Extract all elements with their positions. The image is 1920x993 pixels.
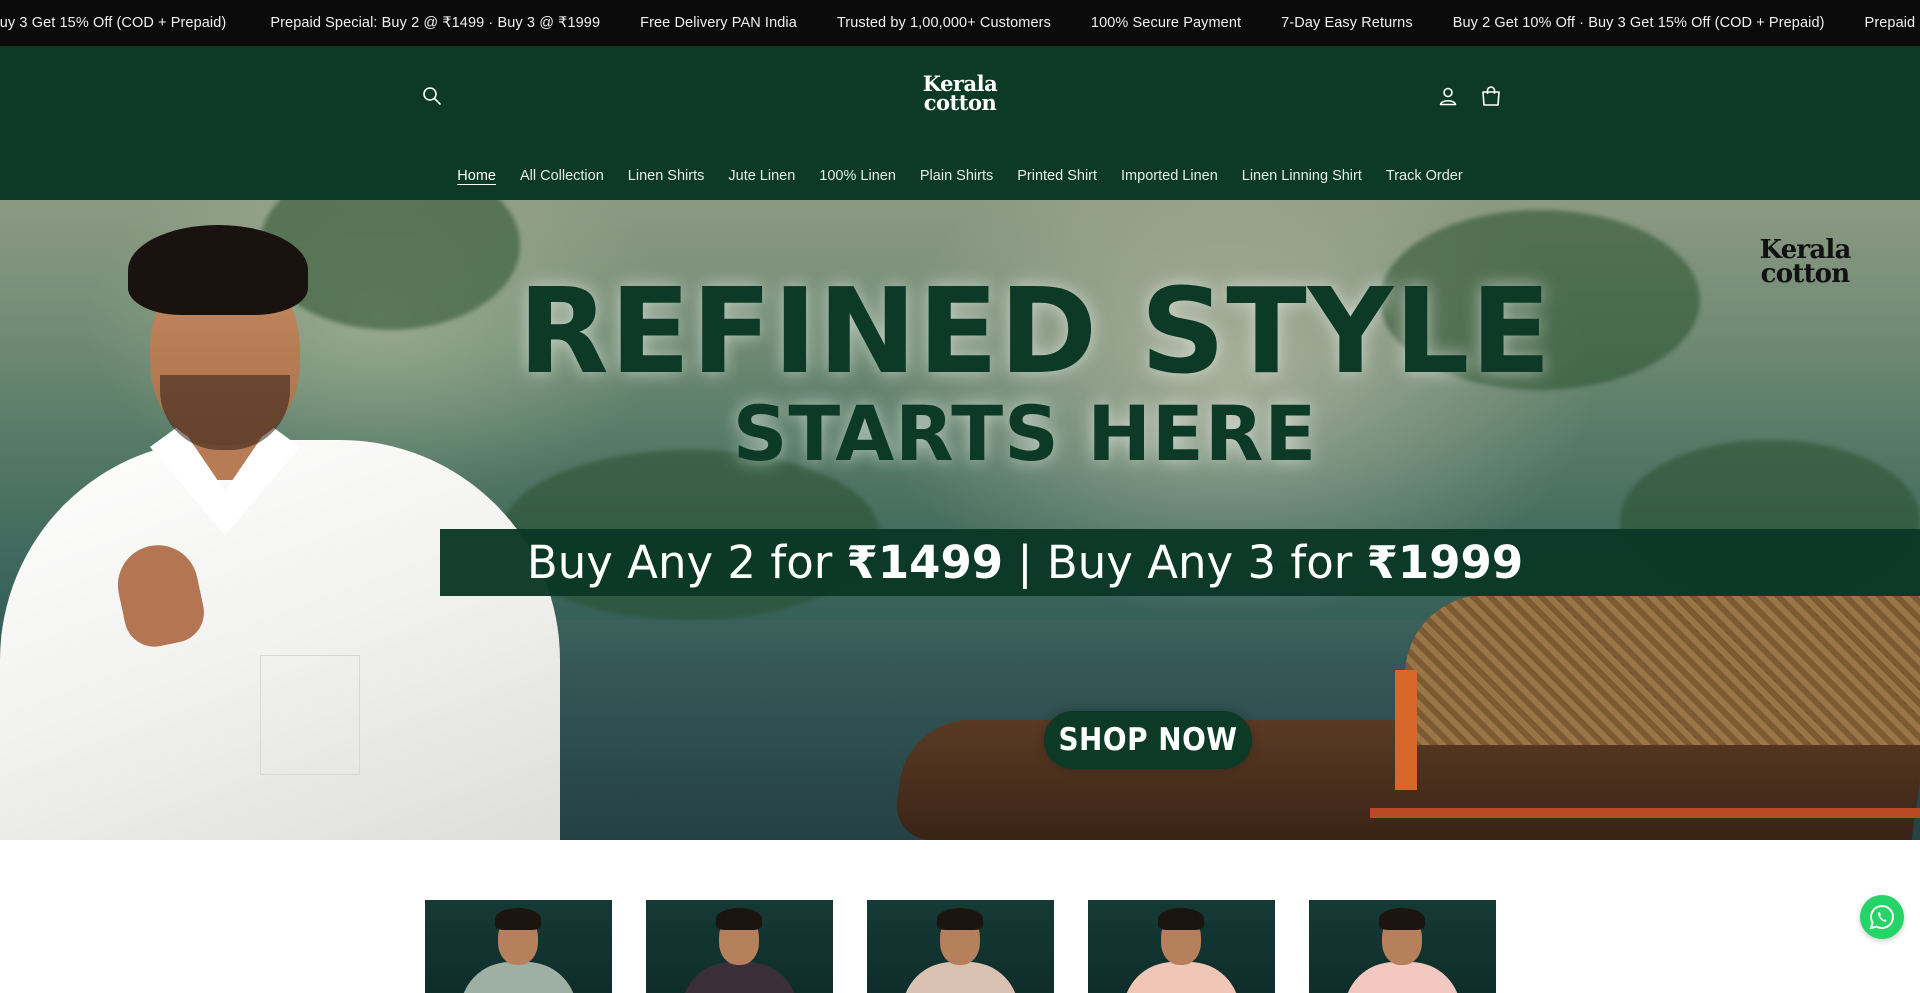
whatsapp-button[interactable] <box>1860 895 1904 939</box>
nav-item-imported-linen[interactable]: Imported Linen <box>1121 168 1218 184</box>
nav-item-100-linen[interactable]: 100% Linen <box>819 168 896 184</box>
model-shirt <box>0 440 560 840</box>
offer-part2: Buy Any 3 for <box>1046 536 1367 589</box>
site-logo[interactable]: Kerala cotton <box>910 73 1010 118</box>
houseboat-cloth <box>1395 670 1417 790</box>
offer-text: Buy Any 2 for ₹1499 | Buy Any 3 for ₹199… <box>0 529 1920 596</box>
product-model-hair <box>1379 908 1425 930</box>
hero-banner[interactable]: Kerala cotton REFINED STYLE STARTS HERE … <box>0 200 1920 840</box>
product-card[interactable] <box>867 900 1054 993</box>
product-shirt <box>681 962 798 993</box>
offer-separator: | <box>1003 536 1047 589</box>
search-icon <box>423 87 441 105</box>
user-icon <box>1439 87 1457 106</box>
search-button[interactable] <box>418 82 446 110</box>
offer-price2: ₹1999 <box>1366 536 1524 589</box>
announcement-item: Buy 2 Get 10% Off · Buy 3 Get 15% Off (C… <box>1452 15 1825 31</box>
nav-item-home[interactable]: Home <box>457 168 496 184</box>
site-header: Kerala cotton Home All Collection Linen … <box>0 46 1920 200</box>
product-model-hair <box>1158 908 1204 930</box>
product-shirt <box>1344 962 1461 993</box>
announcement-item: Trusted by 1,00,000+ Customers <box>836 15 1051 31</box>
nav-item-jute-linen[interactable]: Jute Linen <box>728 168 795 184</box>
product-card[interactable] <box>425 900 612 993</box>
account-button[interactable] <box>1434 82 1462 110</box>
announcement-track: Buy 3 Get 15% Off (COD + Prepaid) Prepai… <box>0 0 1920 46</box>
nav-item-plain-shirts[interactable]: Plain Shirts <box>920 168 993 184</box>
product-grid <box>425 900 1496 993</box>
announcement-item: 7-Day Easy Returns <box>1281 15 1413 31</box>
product-shirt <box>1123 962 1240 993</box>
product-model-hair <box>716 908 762 930</box>
announcement-item: 100% Secure Payment <box>1090 15 1242 31</box>
shop-now-button[interactable]: SHOP NOW <box>1044 711 1252 769</box>
announcement-item: Prepaid Special: Buy 2 @ ₹1499 · Buy 3 @… <box>270 15 601 31</box>
houseboat-roof <box>1405 595 1920 745</box>
product-model-hair <box>495 908 541 930</box>
nav-item-track-order[interactable]: Track Order <box>1386 168 1463 184</box>
product-card[interactable] <box>1088 900 1275 993</box>
nav-item-all-collection[interactable]: All Collection <box>520 168 604 184</box>
nav-item-linen-linning-shirt[interactable]: Linen Linning Shirt <box>1242 168 1362 184</box>
announcement-item: Buy 3 Get 15% Off (COD + Prepaid) <box>0 15 227 31</box>
offer-price1: ₹1499 <box>846 536 1004 589</box>
model-pocket <box>260 655 360 775</box>
product-shirt <box>460 962 577 993</box>
nav-item-linen-shirts[interactable]: Linen Shirts <box>628 168 705 184</box>
nav-item-printed-shirt[interactable]: Printed Shirt <box>1017 168 1097 184</box>
houseboat-rail <box>1370 808 1920 818</box>
logo-line2: cotton <box>923 90 997 115</box>
main-nav: Home All Collection Linen Shirts Jute Li… <box>0 168 1920 184</box>
announcement-bar: Buy 3 Get 15% Off (COD + Prepaid) Prepai… <box>0 0 1920 46</box>
offer-part1: Buy Any 2 for <box>526 536 847 589</box>
product-card[interactable] <box>1309 900 1496 993</box>
hero-headline: REFINED STYLE <box>517 262 1553 400</box>
cart-icon <box>1482 86 1500 106</box>
hero-subheadline: STARTS HERE <box>732 389 1318 478</box>
whatsapp-icon <box>1869 904 1894 930</box>
product-model-hair <box>937 908 983 930</box>
product-shirt <box>902 962 1019 993</box>
announcement-item: Free Delivery PAN India <box>640 15 797 31</box>
product-card[interactable] <box>646 900 833 993</box>
cart-button[interactable] <box>1477 82 1505 110</box>
announcement-item: Prepaid Special: Buy 2 <box>1864 15 1920 31</box>
